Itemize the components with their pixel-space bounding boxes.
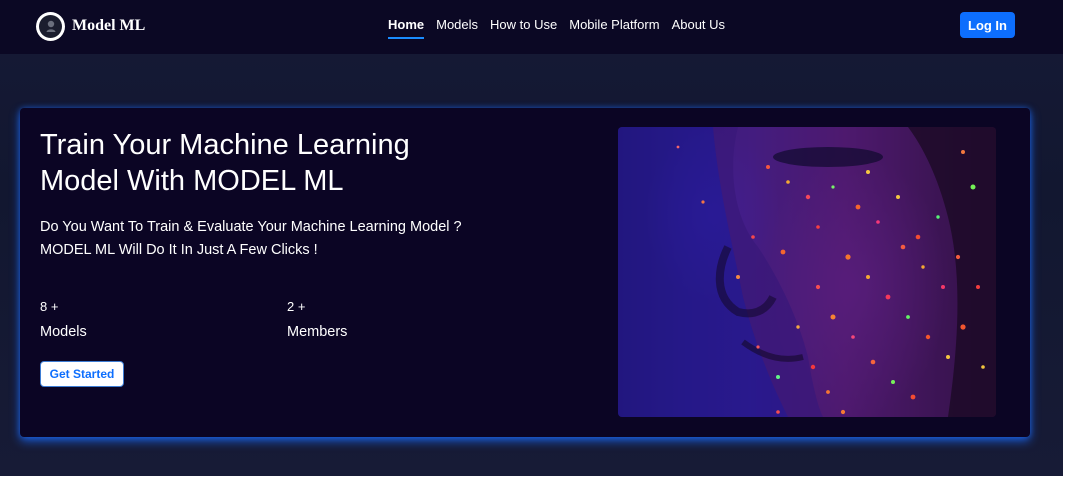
brand-name: Model ML xyxy=(72,17,146,34)
hero-title-line-1: Train Your Machine Learning xyxy=(40,129,410,161)
stat-models: 8 + Models xyxy=(40,299,87,341)
stat-models-value: 8 + xyxy=(40,299,59,314)
nav-link-home[interactable]: Home xyxy=(388,17,425,39)
navbar: Model ML Home Models How to Use Mobile P… xyxy=(0,0,1063,54)
brand[interactable]: Model ML xyxy=(36,11,145,41)
nav-link-how-to-use[interactable]: How to Use xyxy=(490,17,557,33)
hero-subtitle-line-1: Do You Want To Train & Evaluate Your Mac… xyxy=(40,219,462,235)
hero-title-line-2: Model With MODEL ML xyxy=(40,165,344,197)
stat-members-label: Members xyxy=(287,324,348,340)
hero-card: Train Your Machine Learning Model With M… xyxy=(20,108,1030,437)
page: Model ML Home Models How to Use Mobile P… xyxy=(0,0,1063,476)
stat-members: 2 + Members xyxy=(287,299,347,341)
nav-link-models[interactable]: Models xyxy=(436,17,478,33)
nav-links: Home Models How to Use Mobile Platform A… xyxy=(388,17,737,39)
face-glitter-illustration xyxy=(618,127,996,417)
hero-subtitle-line-2: MODEL ML Will Do It In Just A Few Clicks… xyxy=(40,242,318,258)
get-started-button[interactable]: Get Started xyxy=(40,361,124,387)
nav-link-mobile-platform[interactable]: Mobile Platform xyxy=(569,17,659,33)
nav-link-about-us[interactable]: About Us xyxy=(672,17,725,33)
hero-title: Train Your Machine Learning Model With M… xyxy=(40,127,480,199)
login-button[interactable]: Log In xyxy=(960,12,1015,38)
stat-members-value: 2 + xyxy=(287,299,306,314)
stat-models-label: Models xyxy=(40,324,87,340)
brain-logo-icon xyxy=(36,11,65,41)
hero-face-image xyxy=(618,127,996,417)
